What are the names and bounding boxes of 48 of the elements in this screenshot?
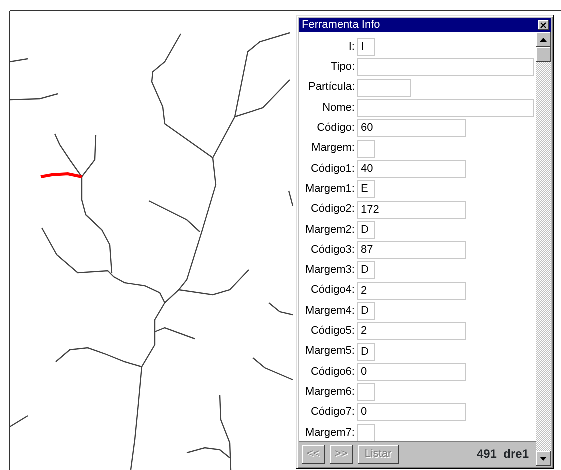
field-label: Tipo: (330, 60, 356, 76)
close-button[interactable] (538, 20, 549, 30)
input-field[interactable] (357, 99, 534, 118)
input-field[interactable]: 0 (357, 403, 466, 422)
field-label: Margem3: (304, 263, 356, 278)
scroll-thumb[interactable] (536, 47, 551, 62)
input-field[interactable] (357, 78, 411, 97)
field-label: Margem5: (304, 344, 356, 360)
field-label: Código5: (310, 324, 356, 340)
input-field[interactable] (357, 383, 375, 402)
input-field[interactable]: D (357, 220, 375, 239)
window-title: Ferramenta Info (302, 18, 380, 32)
scroll-up-icon (540, 38, 547, 42)
field-label: Nome: (322, 100, 356, 116)
field-label: I: (348, 40, 356, 55)
field-label: Margem: (310, 141, 356, 156)
input-field[interactable]: 87 (357, 241, 466, 260)
input-field[interactable]: 2 (357, 322, 466, 340)
field-label: Código2: (310, 202, 356, 218)
field-label: Código3: (310, 242, 356, 258)
input-field[interactable] (357, 140, 375, 158)
field-label: Margem7: (304, 426, 356, 441)
field-label: Partícula: (308, 80, 356, 96)
input-field[interactable]: E (357, 180, 375, 198)
input-field[interactable]: 40 (357, 160, 466, 178)
field-label: Margem1: (304, 182, 356, 197)
field-label: Código1: (310, 162, 356, 177)
scroll-down-icon (540, 456, 547, 460)
field-label: Código7: (310, 405, 356, 420)
field-label: Código6: (310, 364, 356, 380)
field-label: Código4: (310, 283, 356, 298)
input-field[interactable]: I (357, 38, 375, 56)
close-icon (540, 22, 547, 28)
input-field[interactable]: D (357, 261, 375, 280)
field-label: Margem6: (304, 384, 356, 400)
input-field[interactable]: 0 (357, 362, 466, 381)
input-field[interactable]: D (357, 302, 375, 320)
input-field[interactable]: 172 (357, 200, 466, 219)
input-field[interactable] (357, 58, 534, 76)
input-field[interactable]: 60 (357, 119, 466, 138)
input-field[interactable]: D (357, 342, 375, 361)
scrollbar[interactable] (536, 32, 551, 466)
field-label: Código: (316, 121, 356, 136)
field-label: Margem2: (304, 222, 356, 238)
field-label: Margem4: (304, 304, 356, 319)
input-field[interactable]: 2 (357, 282, 466, 300)
record-id-label: _491_dre1 (470, 446, 530, 463)
input-field[interactable] (357, 424, 375, 441)
